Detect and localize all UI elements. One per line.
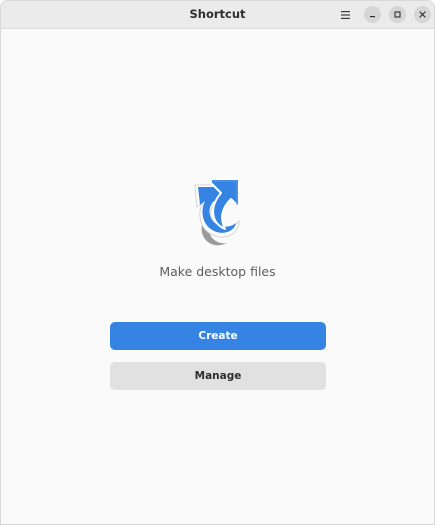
maximize-button[interactable] [389,6,406,23]
create-button[interactable]: Create [110,322,326,350]
app-window: Shortcut Make desktop files Create Manag… [0,0,435,525]
main-menu-button[interactable] [337,6,354,23]
minimize-button[interactable] [364,6,381,23]
close-button[interactable] [414,6,431,23]
shortcut-arrow-icon [187,177,247,247]
hamburger-menu-icon [341,10,350,19]
main-content: Make desktop files Create Manage [1,29,434,524]
manage-button[interactable]: Manage [110,362,326,390]
app-subtitle: Make desktop files [159,264,276,279]
maximize-icon [394,11,401,18]
close-icon [419,11,426,18]
minimize-icon [370,16,375,18]
header-bar: Shortcut [1,1,434,29]
